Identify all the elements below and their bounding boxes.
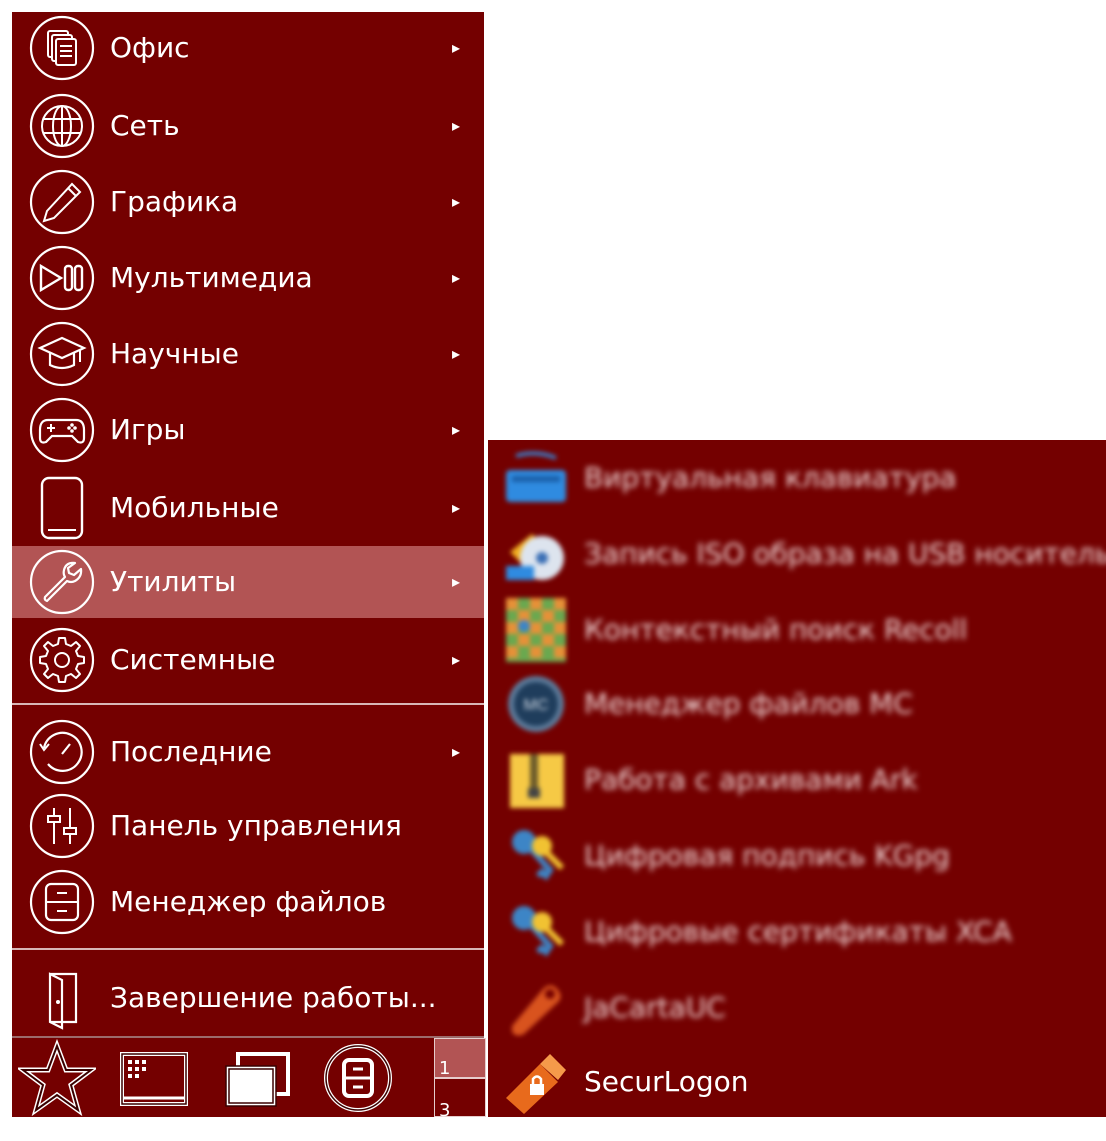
usb-lock-icon (502, 1050, 570, 1114)
submenu-arrow-icon: ▸ (452, 192, 461, 211)
submenu-item-label: JaCartaUC (584, 991, 726, 1024)
utilities-submenu: Виртуальная клавиатура Запись ISO образа… (488, 440, 1106, 1117)
menu-item-label: Офис (110, 31, 190, 64)
menu-item-network[interactable]: Сеть ▸ (12, 90, 484, 162)
submenu-item-label: Виртуальная клавиатура (584, 461, 957, 494)
submenu-item-iso-usb[interactable]: Запись ISO образа на USB носитель (488, 516, 1106, 592)
menu-item-science[interactable]: Научные ▸ (12, 318, 484, 390)
keys-certificate-icon (502, 900, 570, 964)
windows-icon (225, 1052, 290, 1107)
menu-separator (12, 948, 484, 950)
graduation-cap-icon (28, 320, 96, 388)
submenu-arrow-icon: ▸ (452, 268, 461, 287)
star-icon (18, 1038, 96, 1117)
menu-item-graphics[interactable]: Графика ▸ (12, 166, 484, 238)
menu-item-shutdown[interactable]: Завершение работы... (12, 962, 484, 1034)
menu-item-games[interactable]: Игры ▸ (12, 394, 484, 466)
submenu-arrow-icon: ▸ (452, 38, 461, 57)
submenu-arrow-icon: ▸ (452, 420, 461, 439)
wrench-icon (28, 548, 96, 616)
menu-item-label: Системные (110, 643, 276, 676)
submenu-arrow-icon: ▸ (452, 498, 461, 517)
menu-item-label: Панель управления (110, 809, 402, 842)
menu-item-label: Графика (110, 185, 239, 218)
menu-item-label: Игры (110, 413, 186, 446)
file-manager-taskbar-button[interactable] (320, 1038, 398, 1117)
submenu-item-kgpg[interactable]: Цифровая подпись KGpg (488, 818, 1106, 894)
menu-item-label: Менеджер файлов (110, 885, 387, 918)
usb-disc-icon (502, 522, 570, 586)
submenu-item-label: SecurLogon (584, 1065, 749, 1098)
menu-item-mobile[interactable]: Мобильные ▸ (12, 472, 484, 544)
cabinet-icon (28, 868, 96, 936)
door-exit-icon (28, 964, 96, 1032)
start-menu-button[interactable] (18, 1038, 96, 1117)
submenu-item-label: Работа с архивами Ark (584, 763, 918, 796)
submenu-arrow-icon: ▸ (452, 650, 461, 669)
sliders-icon (28, 792, 96, 860)
globe-icon (28, 92, 96, 160)
keys-icon (502, 824, 570, 888)
menu-item-utilities[interactable]: Утилиты ▸ (12, 546, 484, 618)
menu-item-label: Мультимедиа (110, 261, 313, 294)
submenu-arrow-icon: ▸ (452, 344, 461, 363)
main-menu: Офис ▸ Сеть ▸ Графика ▸ Мультимедиа ▸ На… (12, 12, 484, 1117)
submenu-item-ark[interactable]: Работа с архивами Ark (488, 742, 1106, 818)
menu-item-label: Завершение работы... (110, 981, 437, 1014)
workspace-number: 1 (439, 1058, 451, 1079)
menu-separator (12, 703, 484, 705)
menu-item-label: Последние (110, 735, 272, 768)
submenu-arrow-icon: ▸ (452, 116, 461, 135)
gear-icon (28, 626, 96, 694)
svg-text:MC: MC (524, 697, 549, 714)
menu-item-control-panel[interactable]: Панель управления (12, 790, 484, 862)
clock-icon (28, 718, 96, 786)
tablet-icon (28, 474, 96, 542)
workspace-3[interactable]: 3 (434, 1078, 486, 1121)
submenu-item-virtual-keyboard[interactable]: Виртуальная клавиатура (488, 440, 1106, 516)
submenu-item-recoll[interactable]: Контекстный поиск Recoll (488, 592, 1106, 668)
menu-item-multimedia[interactable]: Мультимедиа ▸ (12, 242, 484, 314)
workspace-1[interactable]: 1 (434, 1038, 486, 1079)
submenu-item-xca[interactable]: Цифровые сертификаты XCA (488, 894, 1106, 970)
gamepad-icon (28, 396, 96, 464)
play-pause-icon (28, 244, 96, 312)
menu-item-label: Утилиты (110, 565, 237, 598)
recoll-icon (502, 598, 570, 662)
keyboard-icon (502, 446, 570, 510)
menu-item-label: Научные (110, 337, 239, 370)
file-manager-icon (324, 1044, 392, 1112)
submenu-arrow-icon: ▸ (452, 572, 461, 591)
submenu-item-label: Цифровые сертификаты XCA (584, 915, 1012, 948)
submenu-item-label: Контекстный поиск Recoll (584, 613, 968, 646)
mc-icon: MC (502, 672, 570, 736)
pencil-icon (28, 168, 96, 236)
documents-icon (28, 14, 96, 82)
windows-button[interactable] (218, 1038, 296, 1117)
submenu-arrow-icon: ▸ (452, 742, 461, 761)
menu-item-label: Мобильные (110, 491, 279, 524)
submenu-item-label: Запись ISO образа на USB носитель (584, 537, 1106, 570)
submenu-item-securlogon[interactable]: SecurLogon (488, 1044, 1106, 1120)
archive-icon (502, 748, 570, 812)
submenu-item-label: Цифровая подпись KGpg (584, 839, 950, 872)
apps-grid-icon (120, 1052, 188, 1106)
submenu-item-jacarta[interactable]: JaCartaUC (488, 970, 1106, 1046)
menu-item-label: Сеть (110, 109, 180, 142)
submenu-item-mc[interactable]: MC Менеджер файлов MC (488, 666, 1106, 742)
menu-item-file-manager[interactable]: Менеджер файлов (12, 866, 484, 938)
menu-item-system[interactable]: Системные ▸ (12, 624, 484, 696)
token-icon (502, 976, 570, 1040)
menu-item-office[interactable]: Офис ▸ (12, 12, 484, 84)
submenu-item-label: Менеджер файлов MC (584, 687, 913, 720)
apps-grid-button[interactable] (116, 1038, 194, 1117)
workspace-number: 3 (439, 1100, 451, 1121)
menu-item-recent[interactable]: Последние ▸ (12, 716, 484, 788)
